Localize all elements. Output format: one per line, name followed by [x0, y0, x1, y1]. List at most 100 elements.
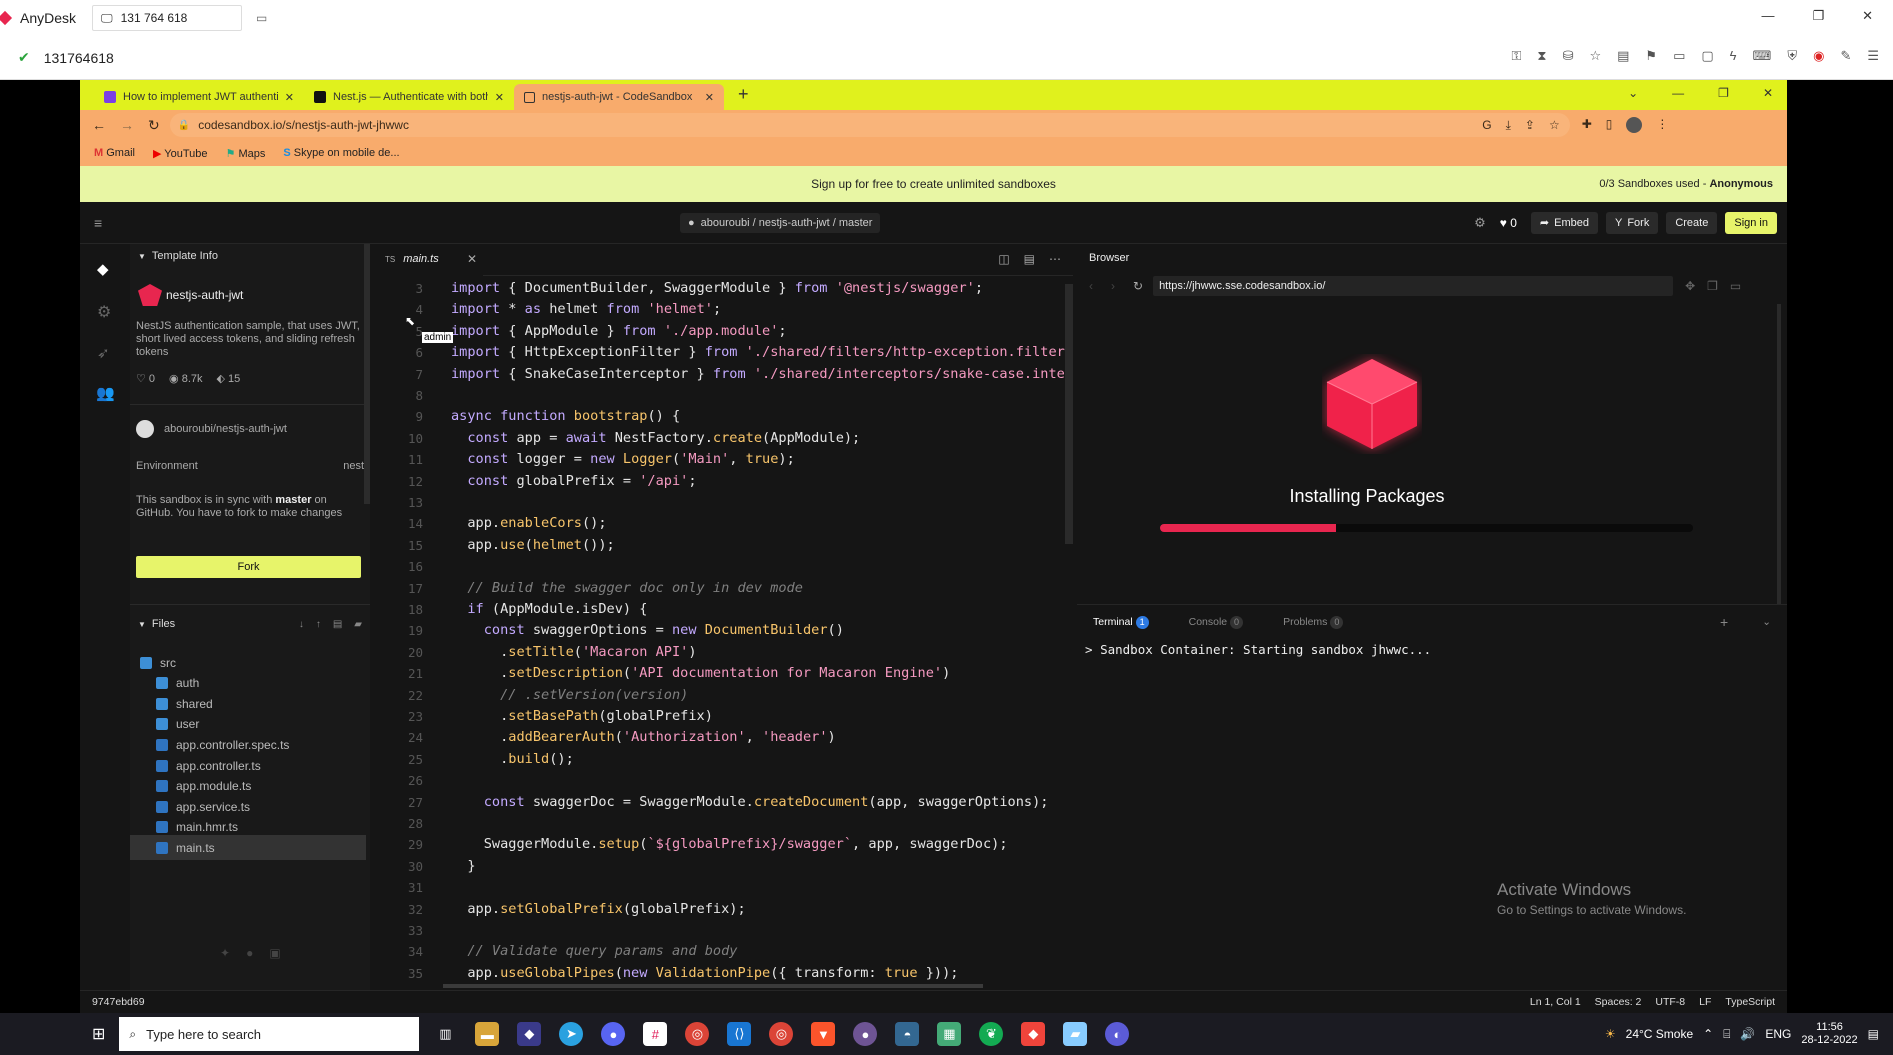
more-icon[interactable]: ⋯	[1049, 252, 1061, 266]
upload-icon[interactable]: ↑	[316, 619, 321, 630]
code-line[interactable]: app.use(helmet());	[451, 535, 614, 556]
code-line[interactable]: if (AppModule.isDev) {	[451, 599, 647, 620]
code-line[interactable]: }	[451, 856, 475, 877]
fork-sidebar-button[interactable]: Fork	[136, 556, 361, 578]
collapse-panel-icon[interactable]: ⌄	[1762, 616, 1771, 628]
notifications-icon[interactable]: ▤	[1868, 1027, 1879, 1041]
editor-scrollbar[interactable]	[1065, 284, 1073, 544]
profile-avatar[interactable]	[1626, 117, 1643, 133]
code-line[interactable]: import { HttpExceptionFilter } from './s…	[451, 342, 1073, 363]
code-line[interactable]: app.setGlobalPrefix(globalPrefix);	[451, 899, 745, 920]
code-line[interactable]: async function bootstrap() {	[451, 406, 680, 427]
settings-gear-icon[interactable]: ⚙	[1474, 215, 1486, 231]
console-tab[interactable]: Console 0	[1189, 615, 1244, 629]
file-explorer-icon[interactable]: ▬	[475, 1022, 500, 1046]
menu-icon[interactable]: ☰	[1867, 48, 1879, 64]
code-line[interactable]: app.useGlobalPipes(new ValidationPipe({ …	[451, 963, 958, 984]
code-line[interactable]: .setDescription('API documentation for M…	[451, 663, 950, 684]
file-item[interactable]: main.ts	[130, 835, 366, 861]
forward-icon[interactable]: →	[120, 117, 134, 133]
close-editor-tab-icon[interactable]: ✕	[467, 252, 477, 266]
back-icon[interactable]: ←	[92, 117, 106, 133]
code-line[interactable]: const swaggerDoc = SwaggerModule.createD…	[451, 792, 1049, 813]
chat-icon[interactable]: ▢	[1701, 48, 1713, 64]
info-cube-icon[interactable]: ◆	[97, 260, 109, 278]
chrome-tab[interactable]: How to implement JWT authenti... ✕	[94, 84, 304, 110]
code-line[interactable]: .setTitle('Macaron API')	[451, 642, 696, 663]
embed-button[interactable]: ➦ Embed	[1530, 211, 1598, 234]
actions-icon[interactable]: ⚑	[1645, 48, 1657, 64]
minecraft-icon[interactable]: ▦	[937, 1022, 962, 1046]
mongodb-icon[interactable]: ❦	[979, 1022, 1004, 1046]
code-line[interactable]: // .setVersion(version)	[451, 685, 688, 706]
app-icon[interactable]: ◐	[1105, 1022, 1130, 1046]
weather-text[interactable]: 24°C Smoke	[1626, 1027, 1694, 1041]
github-desktop-icon[interactable]: ●	[853, 1022, 878, 1046]
close-tab-icon[interactable]: ✕	[495, 91, 504, 104]
fork-header-button[interactable]: Y Fork	[1605, 211, 1659, 234]
share-icon[interactable]: ⇪	[1525, 118, 1535, 133]
volume-icon[interactable]: 🔊	[1740, 1027, 1755, 1041]
chrome-close-icon[interactable]: ✕	[1763, 86, 1773, 100]
language-indicator[interactable]: ENG	[1765, 1027, 1791, 1041]
split-view-icon[interactable]: ◫	[998, 252, 1009, 266]
app-icon[interactable]: ◆	[517, 1022, 542, 1046]
file-icon[interactable]: ▤	[1617, 48, 1629, 64]
code-line[interactable]: .addBearerAuth('Authorization', 'header'…	[451, 727, 836, 748]
bookmark-youtube[interactable]: ▶ YouTube	[153, 147, 208, 160]
slack-icon[interactable]: #	[643, 1022, 668, 1046]
chrome-minimize-icon[interactable]: —	[1672, 86, 1684, 100]
minimize-icon[interactable]: —	[1761, 8, 1774, 24]
code-line[interactable]: // Validate query params and body	[451, 941, 737, 962]
db-icon[interactable]: ⛁	[1563, 48, 1574, 64]
telegram-icon[interactable]: ➤	[559, 1022, 584, 1046]
hamburger-icon[interactable]: ≡	[94, 215, 102, 231]
chrome-menu-icon[interactable]: ⋮	[1656, 117, 1668, 133]
code-line[interactable]: const app = await NestFactory.create(App…	[451, 428, 860, 449]
live-users-icon[interactable]: 👥	[96, 384, 115, 402]
preview-url-input[interactable]: https://jhwwc.sse.codesandbox.io/	[1153, 276, 1674, 296]
network-icon[interactable]: ⌸	[1723, 1027, 1730, 1042]
code-line[interactable]: .build();	[451, 749, 574, 770]
language-mode[interactable]: TypeScript	[1725, 996, 1775, 1008]
lightning-icon[interactable]: ϟ	[1730, 48, 1737, 64]
shield-icon[interactable]: ⛨	[1787, 48, 1797, 64]
add-terminal-icon[interactable]: +	[1720, 614, 1728, 630]
tab-search-icon[interactable]: ⌄	[1628, 86, 1638, 100]
restore-icon[interactable]: ❐	[1812, 8, 1824, 24]
code-line[interactable]: app.enableCors();	[451, 513, 606, 534]
omnibox[interactable]: 🔒 codesandbox.io/s/nestjs-auth-jwt-jhwwc…	[169, 113, 1570, 137]
new-folder-icon[interactable]: ▰	[354, 619, 362, 630]
deploy-rocket-icon[interactable]: ➶	[97, 344, 110, 362]
preview-scrollbar[interactable]	[1777, 304, 1781, 604]
preview-back-icon[interactable]: ‹	[1089, 279, 1093, 293]
problems-tab[interactable]: Problems 0	[1283, 615, 1344, 629]
clock[interactable]: 11:56 28-12-2022	[1801, 1021, 1857, 1047]
chrome-tab[interactable]: Nest.js — Authenticate with both ✕	[304, 84, 514, 110]
record-icon[interactable]: ◉	[1813, 48, 1824, 64]
indent-setting[interactable]: Spaces: 2	[1595, 996, 1642, 1008]
weather-icon[interactable]: ☀	[1605, 1027, 1616, 1041]
repo-breadcrumb[interactable]: ● abouroubi / nestjs-auth-jwt / master	[680, 212, 881, 233]
terminal-output[interactable]: > Sandbox Container: Starting sandbox jh…	[1085, 642, 1431, 657]
star-icon[interactable]: ☆	[1589, 48, 1601, 64]
sidepanel-icon[interactable]: ▯	[1606, 117, 1613, 133]
download-icon[interactable]: ↓	[299, 619, 304, 630]
pen-icon[interactable]: ✎	[1840, 48, 1851, 64]
code-line[interactable]: import { DocumentBuilder, SwaggerModule …	[451, 278, 983, 299]
task-view-icon[interactable]: ▥	[433, 1022, 457, 1046]
bookmark-star-icon[interactable]: ☆	[1549, 118, 1560, 133]
github-repo-link[interactable]: abouroubi/nestjs-auth-jwt	[136, 420, 287, 438]
preview-icon[interactable]: ▤	[1024, 252, 1035, 266]
new-file-icon[interactable]: ▤	[333, 619, 342, 630]
vscode-icon[interactable]: ⟨⟩	[727, 1022, 752, 1046]
code-line[interactable]: // Build the swagger doc only in dev mod…	[451, 578, 803, 599]
chrome-icon[interactable]: ◎	[685, 1022, 710, 1046]
anydesk-session-tab[interactable]: 🖵 131 764 618	[92, 5, 243, 31]
anydesk-icon[interactable]: ◆	[1021, 1022, 1046, 1046]
code-line[interactable]: const swaggerOptions = new DocumentBuild…	[451, 620, 844, 641]
taskbar-search[interactable]: ⌕ Type here to search	[119, 1017, 420, 1051]
reload-icon[interactable]: ↻	[148, 117, 160, 134]
chrome-tab-active[interactable]: nestjs-auth-jwt - CodeSandbox ✕	[514, 84, 724, 110]
cursor-position[interactable]: Ln 1, Col 1	[1530, 996, 1581, 1008]
